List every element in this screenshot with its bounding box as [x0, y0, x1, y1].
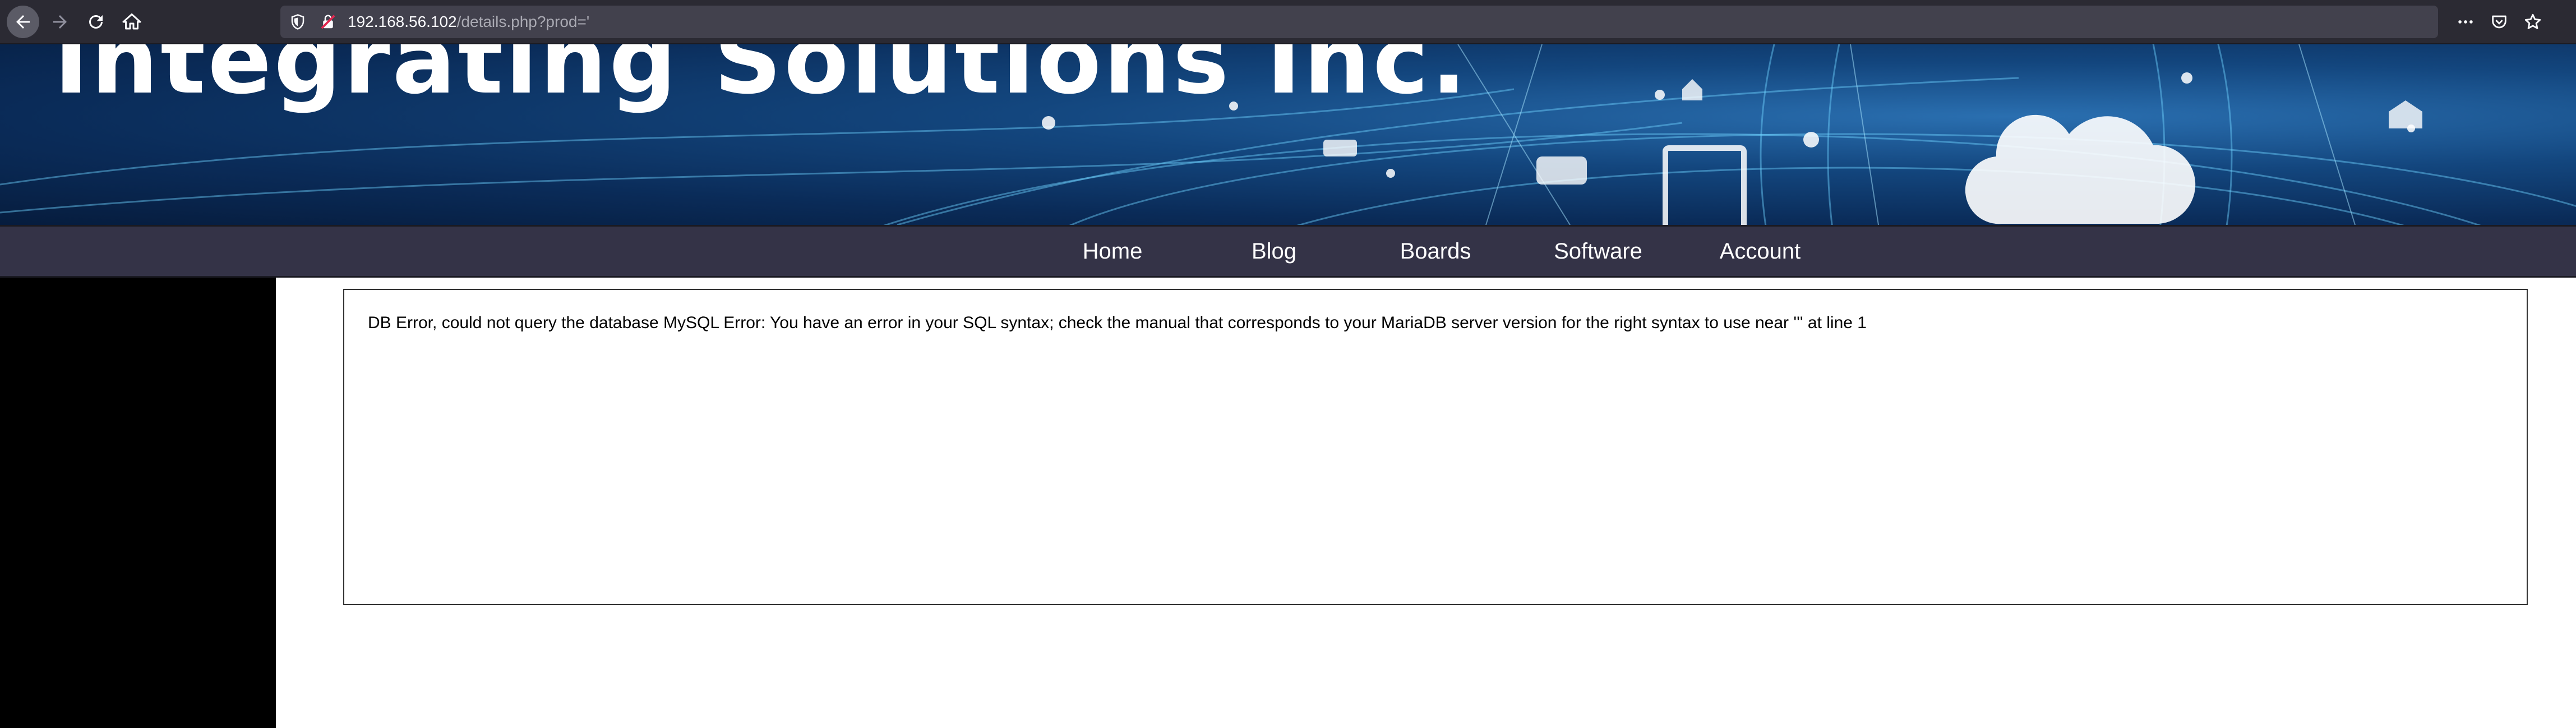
star-icon — [2524, 13, 2541, 29]
page-actions-button[interactable] — [2449, 6, 2482, 38]
url-path: /details.php?prod=' — [456, 13, 590, 30]
db-error-message: DB Error, could not query the database M… — [368, 314, 1867, 332]
reload-icon — [89, 15, 103, 29]
left-sidebar-panel — [0, 278, 276, 728]
nav-blog-link[interactable]: Blog — [1252, 227, 1296, 276]
arrow-right-icon — [53, 15, 67, 29]
url-bar[interactable]: 192.168.56.102/details.php?prod=' — [280, 6, 2438, 38]
pocket-button[interactable] — [2483, 6, 2515, 38]
forward-button[interactable] — [44, 6, 76, 38]
url-text[interactable]: 192.168.56.102/details.php?prod=' — [348, 6, 589, 38]
site-banner: Integrating Solutions Inc. — [0, 44, 2576, 225]
nav-boards-link[interactable]: Boards — [1400, 227, 1471, 276]
insecure-lock-icon[interactable] — [320, 13, 336, 30]
pocket-icon — [2492, 15, 2506, 29]
bookmark-button[interactable] — [2517, 6, 2549, 38]
reload-button[interactable] — [80, 6, 112, 38]
url-host: 192.168.56.102 — [348, 13, 457, 30]
back-button[interactable] — [7, 6, 39, 38]
site-nav: Home Blog Boards Software Account — [0, 225, 2576, 278]
browser-toolbar: 192.168.56.102/details.php?prod=' — [0, 0, 2576, 44]
more-dots-icon — [2458, 20, 2473, 24]
shield-icon[interactable] — [289, 13, 306, 30]
nav-home-link[interactable]: Home — [1083, 227, 1143, 276]
arrow-left-icon — [16, 15, 30, 29]
home-icon — [122, 13, 141, 30]
home-button[interactable] — [116, 6, 148, 38]
banner-title: Integrating Solutions Inc. — [54, 44, 1469, 115]
content-box: DB Error, could not query the database M… — [343, 289, 2528, 605]
nav-account-link[interactable]: Account — [1720, 227, 1801, 276]
nav-software-link[interactable]: Software — [1554, 227, 1642, 276]
